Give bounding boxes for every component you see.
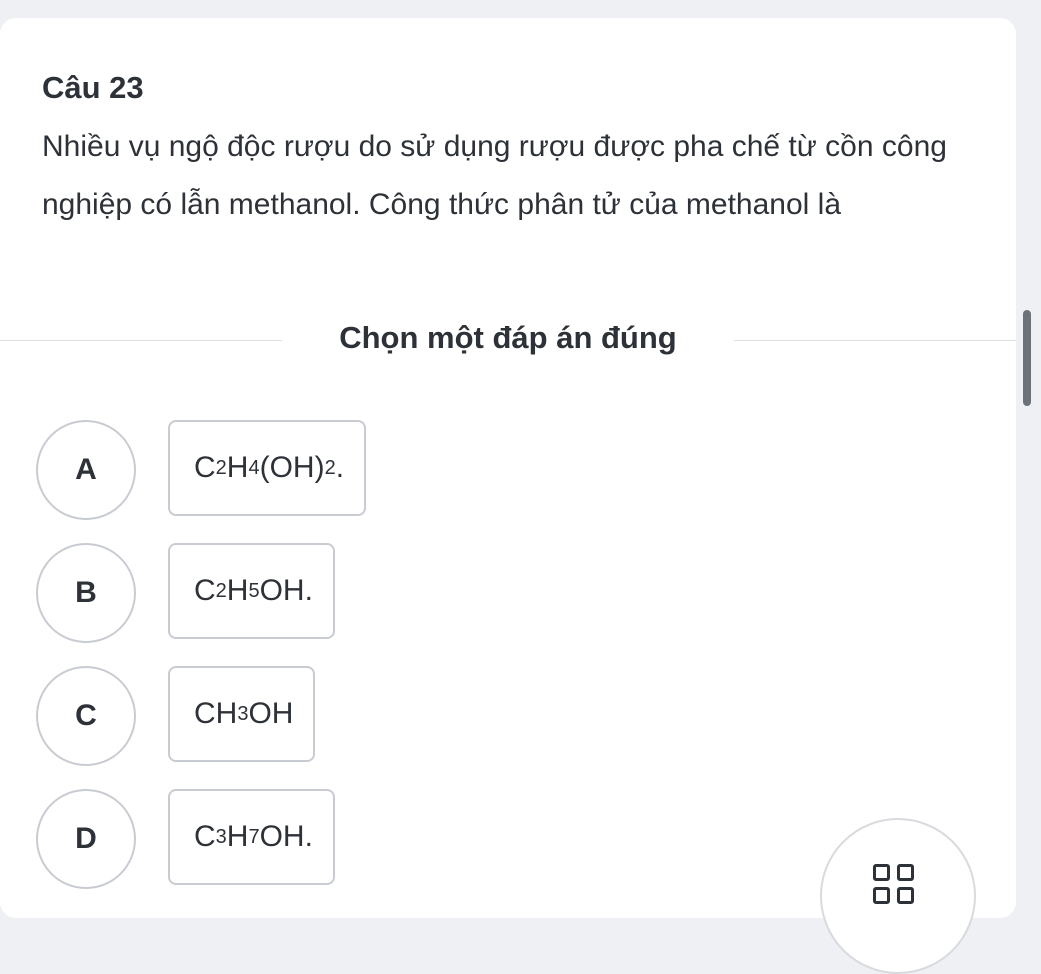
formula-text: .: [335, 451, 345, 484]
formula-text: H: [226, 451, 249, 484]
formula-text: OH.: [259, 574, 313, 607]
formula-subscript: 3: [237, 702, 249, 725]
formula-text: C: [194, 820, 216, 853]
formula-text: OH: [248, 697, 294, 730]
question-grid-button[interactable]: [820, 818, 976, 974]
formula-text: (OH): [259, 451, 325, 484]
formula-text: OH.: [259, 820, 313, 853]
divider-line-right: [734, 340, 1016, 341]
option-answer-box[interactable]: C 3 H 7 OH.: [168, 789, 335, 885]
formula-text: C: [194, 574, 216, 607]
scrollbar-thumb[interactable]: [1023, 310, 1031, 406]
formula-text: H: [226, 820, 249, 853]
question-title: Câu 23: [42, 70, 144, 105]
question-text: Nhiều vụ ngộ độc rượu do sử dụng rượu đư…: [42, 130, 947, 221]
formula-text: C: [194, 451, 216, 484]
option-answer-box[interactable]: C 2 H 4 (OH) 2.: [168, 420, 367, 516]
option-letter-circle[interactable]: B: [36, 543, 136, 643]
option-a[interactable]: A C 2 H 4 (OH) 2.: [0, 420, 1000, 530]
option-letter-circle[interactable]: C: [36, 666, 136, 766]
grid-icon: [873, 864, 923, 904]
formula-subscript: 2: [215, 456, 227, 479]
option-b[interactable]: B C 2 H 5 OH.: [0, 543, 1000, 653]
instruction-label: Chọn một đáp án đúng: [339, 320, 677, 355]
formula-subscript: 2: [215, 579, 227, 602]
option-letter-circle[interactable]: D: [36, 789, 136, 889]
option-answer-box[interactable]: C 2 H 5 OH.: [168, 543, 335, 639]
formula-text: H: [226, 574, 249, 607]
formula-subscript: 3: [215, 825, 227, 848]
instruction-divider: Chọn một đáp án đúng: [0, 318, 1016, 362]
option-answer-box[interactable]: CH 3 OH: [168, 666, 316, 762]
formula-subscript: 4: [248, 456, 260, 479]
formula-subscript: 7: [248, 825, 260, 848]
option-c[interactable]: C CH 3 OH: [0, 666, 1000, 776]
formula-subscript: 5: [248, 579, 260, 602]
option-letter-circle[interactable]: A: [36, 420, 136, 520]
formula-subscript: 2: [324, 456, 336, 479]
formula-text: CH: [194, 697, 238, 730]
